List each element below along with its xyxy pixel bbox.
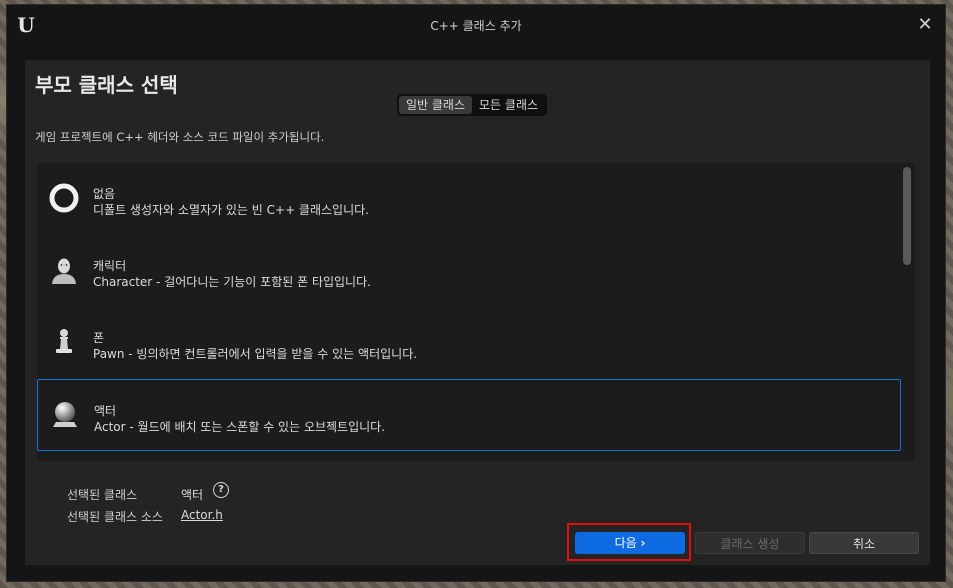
selected-source-link[interactable]: Actor.h bbox=[181, 508, 223, 522]
class-item-none[interactable]: 없음 디폴트 생성자와 소멸자가 있는 빈 C++ 클래스입니다. bbox=[37, 163, 901, 235]
list-scrollbar[interactable] bbox=[903, 167, 911, 265]
window-title: C++ 클래스 추가 bbox=[430, 19, 522, 33]
create-class-button[interactable]: 클래스 생성 bbox=[695, 532, 805, 554]
class-item-desc: 디폴트 생성자와 소멸자가 있는 빈 C++ 클래스입니다. bbox=[93, 203, 369, 217]
next-button[interactable]: 다음 › bbox=[575, 532, 685, 554]
character-icon bbox=[52, 258, 76, 284]
chevron-right-icon: › bbox=[640, 536, 646, 550]
cancel-button[interactable]: 취소 bbox=[809, 532, 919, 554]
help-icon[interactable]: ? bbox=[213, 482, 229, 498]
class-item-character[interactable]: 캐릭터 Character - 걸어다니는 기능이 포함된 폰 타입입니다. bbox=[37, 235, 901, 307]
parent-class-panel: 부모 클래스 선택 일반 클래스 모든 클래스 게임 프로젝트에 C++ 헤더와… bbox=[25, 60, 930, 565]
selected-class-value: 액터 bbox=[181, 488, 204, 502]
tab-common-classes[interactable]: 일반 클래스 bbox=[399, 96, 473, 114]
class-item-name: 캐릭터 bbox=[93, 259, 127, 273]
class-item-pawn[interactable]: 폰 Pawn - 빙의하면 컨트롤러에서 입력을 받을 수 있는 액터입니다. bbox=[37, 307, 901, 379]
selected-source-label: 선택된 클래스 소스 bbox=[67, 510, 163, 524]
class-item-desc: Character - 걸어다니는 기능이 포함된 폰 타입입니다. bbox=[93, 275, 371, 289]
class-item-desc: Pawn - 빙의하면 컨트롤러에서 입력을 받을 수 있는 액터입니다. bbox=[93, 347, 418, 361]
class-filter-tabs: 일반 클래스 모든 클래스 bbox=[397, 94, 548, 116]
title-bar: U C++ 클래스 추가 ✕ bbox=[7, 5, 945, 49]
add-cpp-class-dialog: U C++ 클래스 추가 ✕ 부모 클래스 선택 일반 클래스 모든 클래스 게… bbox=[6, 4, 946, 582]
class-item-desc: Actor - 월드에 배치 또는 스폰할 수 있는 오브젝트입니다. bbox=[94, 420, 386, 434]
class-list: 없음 디폴트 생성자와 소멸자가 있는 빈 C++ 클래스입니다. 캐릭터 Ch… bbox=[37, 163, 915, 461]
description-text: 게임 프로젝트에 C++ 헤더와 소스 코드 파일이 추가됩니다. bbox=[35, 130, 325, 144]
actor-sphere-icon bbox=[53, 402, 77, 427]
class-item-name: 액터 bbox=[94, 404, 117, 418]
class-item-name: 없음 bbox=[93, 187, 116, 201]
tab-all-classes[interactable]: 모든 클래스 bbox=[472, 96, 545, 114]
next-button-label: 다음 bbox=[614, 536, 637, 550]
close-button[interactable]: ✕ bbox=[915, 15, 935, 35]
ring-icon bbox=[49, 183, 79, 213]
pawn-icon bbox=[56, 329, 72, 353]
page-title: 부모 클래스 선택 bbox=[35, 73, 178, 97]
selected-class-label: 선택된 클래스 bbox=[67, 488, 138, 502]
class-item-name: 폰 bbox=[93, 331, 105, 345]
class-item-actor[interactable]: 액터 Actor - 월드에 배치 또는 스폰할 수 있는 오브젝트입니다. bbox=[37, 379, 901, 451]
